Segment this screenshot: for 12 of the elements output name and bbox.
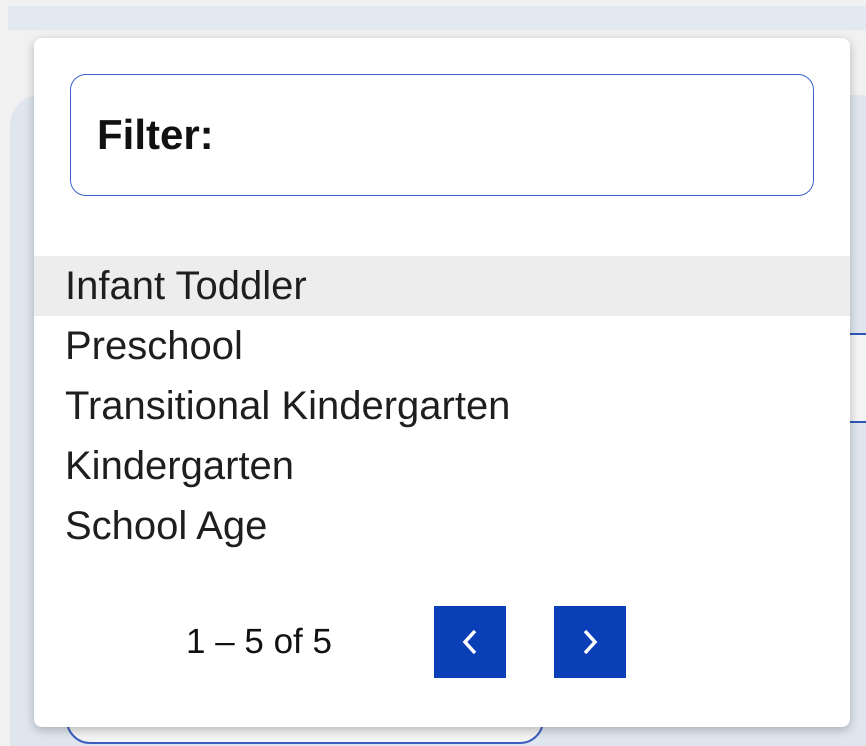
option-item[interactable]: Infant Toddler: [34, 256, 850, 316]
page-range: 1 – 5 of 5: [186, 622, 333, 662]
chevron-right-icon: [582, 628, 598, 656]
option-item[interactable]: Transitional Kindergarten: [34, 376, 850, 436]
option-item[interactable]: Kindergarten: [34, 436, 850, 496]
chevron-left-icon: [462, 628, 478, 656]
next-page-button[interactable]: [554, 606, 626, 678]
option-item[interactable]: Preschool: [34, 316, 850, 376]
option-item[interactable]: School Age: [34, 496, 850, 556]
filter-label: Filter:: [97, 111, 214, 159]
previous-page-button[interactable]: [434, 606, 506, 678]
filter-field[interactable]: Filter:: [70, 74, 814, 196]
